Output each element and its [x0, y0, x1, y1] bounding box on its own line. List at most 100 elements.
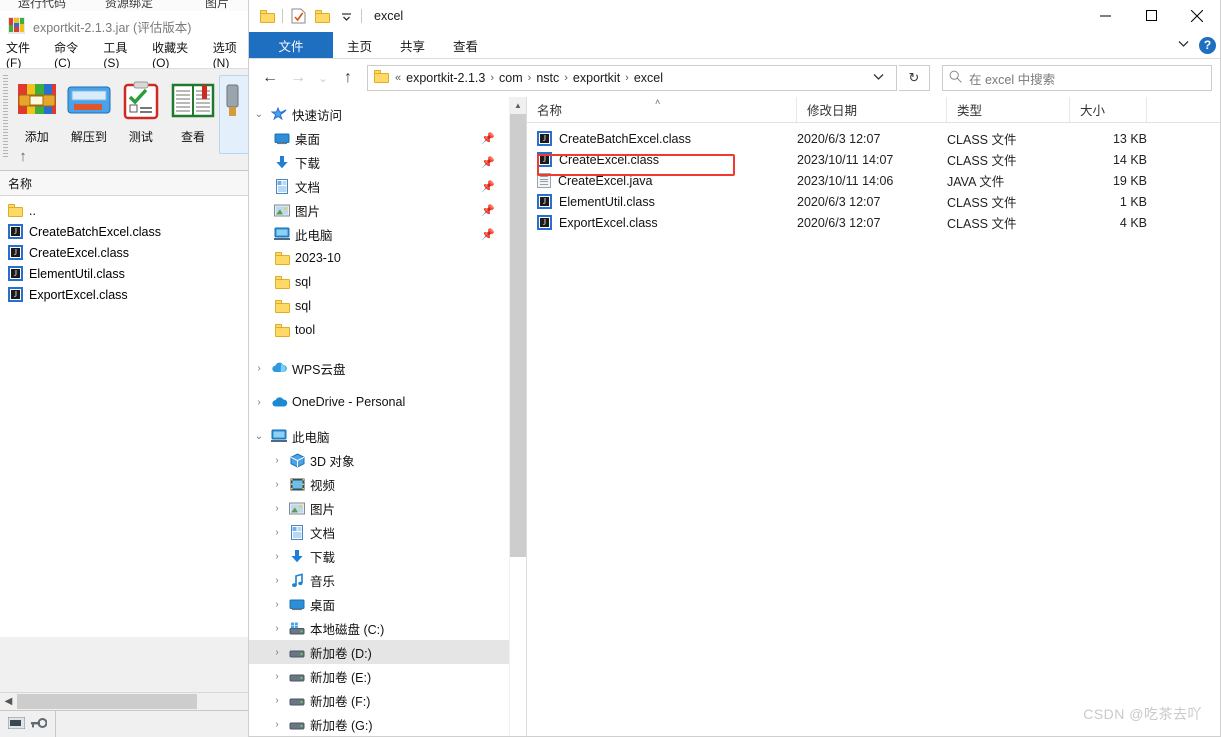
quick-access-toolbar[interactable] [249, 4, 365, 28]
winrar-view-button[interactable]: 查看 [167, 75, 219, 153]
winrar-list-item[interactable]: J CreateBatchExcel.class [0, 221, 249, 242]
chevron-right-icon[interactable]: › [267, 527, 287, 538]
table-row[interactable]: J CreateExcel.class 2023/10/11 14:07 CLA… [527, 149, 1220, 170]
winrar-list-item[interactable]: J ElementUtil.class [0, 263, 249, 284]
qat-customize-button[interactable] [334, 4, 358, 28]
chevron-down-icon[interactable] [1174, 39, 1193, 51]
breadcrumb-item-nstc[interactable]: nstc [533, 71, 562, 85]
winrar-menu-tools[interactable]: 工具(S) [103, 39, 139, 70]
sidebar-item-pictures[interactable]: 图片 📌 [249, 198, 509, 222]
chevron-right-icon[interactable]: › [267, 695, 287, 706]
chevron-right-icon[interactable]: › [249, 397, 269, 408]
winrar-delete-button[interactable] [219, 75, 249, 154]
toolbar-grip[interactable] [3, 75, 8, 157]
winrar-extract-button[interactable]: 解压到 [63, 75, 115, 153]
pin-icon[interactable]: 📌 [481, 204, 495, 217]
sidebar-item-desktop[interactable]: 桌面 📌 [249, 126, 509, 150]
table-row[interactable]: J ElementUtil.class 2020/6/3 12:07 CLASS… [527, 191, 1220, 212]
file-rows[interactable]: J CreateBatchExcel.class 2020/6/3 12:07 … [527, 123, 1220, 233]
back-arrow-icon[interactable]: ← [257, 65, 283, 91]
pin-icon[interactable]: 📌 [481, 156, 495, 169]
sidebar-item-2023-10[interactable]: 2023-10 [249, 246, 509, 270]
sidebar-item-wps-cloud[interactable]: › WPS云盘 [249, 356, 509, 380]
winrar-file-list[interactable]: .. J CreateBatchExcel.class J CreateExce… [0, 196, 249, 637]
sidebar-item-music[interactable]: › 音乐 [249, 568, 509, 592]
table-row[interactable]: CreateExcel.java 2023/10/11 14:06 JAVA 文… [527, 170, 1220, 191]
minimize-button[interactable] [1082, 0, 1128, 31]
breadcrumb-item-com[interactable]: com [496, 71, 526, 85]
tab-share[interactable]: 共享 [386, 32, 439, 58]
chevron-right-icon[interactable]: › [267, 671, 287, 682]
sidebar-item-this-pc[interactable]: ⌄ 此电脑 [249, 424, 509, 448]
nav-tree[interactable]: ⌄ 快速访问 桌面 📌 下载 📌 文档 📌 图片 📌 此电脑 📌 2023-10… [249, 97, 509, 736]
breadcrumb-item-excel[interactable]: excel [631, 71, 666, 85]
sidebar-item-videos[interactable]: › 视频 [249, 472, 509, 496]
sidebar-item-sql-2[interactable]: sql [249, 294, 509, 318]
window-controls[interactable] [1082, 0, 1220, 31]
sidebar-item-downloads[interactable]: 下载 📌 [249, 150, 509, 174]
file-name-cell[interactable]: J CreateExcel.class [527, 152, 797, 167]
breadcrumb-item-exportkit[interactable]: exportkit-2.1.3 [403, 71, 488, 85]
chevron-right-icon[interactable]: › [267, 503, 287, 514]
sidebar-item-3d-objects[interactable]: › 3D 对象 [249, 448, 509, 472]
file-name-cell[interactable]: J ExportExcel.class [527, 215, 797, 230]
file-name-cell[interactable]: J CreateBatchExcel.class [527, 131, 797, 146]
up-arrow-icon[interactable]: ↑ [10, 146, 36, 166]
table-row[interactable]: J ExportExcel.class 2020/6/3 12:07 CLASS… [527, 212, 1220, 233]
column-header-size[interactable]: 大小 [1070, 97, 1147, 122]
nav-pane-scrollbar[interactable]: ▲ [509, 97, 526, 736]
winrar-menu-bar[interactable]: 文件(F) 命令(C) 工具(S) 收藏夹(O) 选项(N) [0, 41, 249, 70]
file-list-pane[interactable]: ˄ 名称 修改日期 类型 大小 J CreateBatchExcel.class… [527, 97, 1220, 736]
tab-view[interactable]: 查看 [439, 32, 492, 58]
pin-icon[interactable]: 📌 [481, 132, 495, 145]
recent-locations-icon[interactable]: ⌄ [313, 65, 333, 91]
chevron-right-icon[interactable]: › [267, 551, 287, 562]
breadcrumb-overflow[interactable]: « [393, 72, 403, 84]
winrar-list-item[interactable]: J ExportExcel.class [0, 284, 249, 305]
search-input[interactable]: 在 excel 中搜索 [942, 65, 1212, 91]
sidebar-item-desktop-pc[interactable]: › 桌面 [249, 592, 509, 616]
sidebar-item-downloads-pc[interactable]: › 下载 [249, 544, 509, 568]
new-folder-button[interactable] [310, 4, 334, 28]
sidebar-item-drive-e[interactable]: › 新加卷 (E:) [249, 664, 509, 688]
pin-icon[interactable]: 📌 [481, 228, 495, 241]
chevron-right-icon[interactable]: › [267, 575, 287, 586]
winrar-list-item[interactable]: .. [0, 200, 249, 221]
column-header-type[interactable]: 类型 [947, 97, 1070, 122]
tab-home[interactable]: 主页 [333, 32, 386, 58]
chevron-right-icon[interactable]: › [267, 647, 287, 658]
explorer-title-bar[interactable]: excel [249, 0, 1220, 32]
scrollbar-thumb[interactable] [17, 694, 197, 709]
file-explorer-window[interactable]: excel 文件 主页 共享 查看 ? ← → ⌄ ↑ « exportkit-… [248, 0, 1221, 737]
chevron-right-icon[interactable]: › [249, 363, 269, 374]
sidebar-item-drive-d[interactable]: › 新加卷 (D:) [249, 640, 509, 664]
sidebar-item-onedrive[interactable]: › OneDrive - Personal [249, 390, 509, 414]
sidebar-item-pictures-pc[interactable]: › 图片 [249, 496, 509, 520]
address-dropdown-icon[interactable] [865, 72, 892, 84]
winrar-menu-command[interactable]: 命令(C) [54, 39, 90, 70]
chevron-right-icon[interactable]: › [267, 623, 287, 634]
breadcrumb-separator[interactable]: › [488, 72, 496, 84]
chevron-right-icon[interactable]: › [267, 719, 287, 730]
breadcrumb-separator[interactable]: › [526, 72, 534, 84]
breadcrumb-separator[interactable]: › [562, 72, 570, 84]
winrar-menu-options[interactable]: 选项(N) [213, 39, 249, 70]
close-button[interactable] [1174, 0, 1220, 31]
breadcrumb[interactable]: « exportkit-2.1.3 › com › nstc › exportk… [367, 65, 897, 91]
pin-icon[interactable]: 📌 [481, 180, 495, 193]
sidebar-item-tool[interactable]: tool [249, 318, 509, 342]
winrar-window[interactable]: exportkit-2.1.3.jar (评估版本) 文件(F) 命令(C) 工… [0, 11, 250, 737]
table-row[interactable]: J CreateBatchExcel.class 2020/6/3 12:07 … [527, 128, 1220, 149]
winrar-list-item[interactable]: J CreateExcel.class [0, 242, 249, 263]
winrar-test-button[interactable]: 测试 [115, 75, 167, 153]
sidebar-item-quick-access[interactable]: ⌄ 快速访问 [249, 102, 509, 126]
tab-file[interactable]: 文件 [249, 32, 333, 58]
sidebar-item-sql-1[interactable]: sql [249, 270, 509, 294]
help-icon[interactable]: ? [1199, 36, 1216, 54]
sidebar-item-this-pc-qa[interactable]: 此电脑 📌 [249, 222, 509, 246]
refresh-icon[interactable]: ↻ [899, 65, 930, 91]
file-name-cell[interactable]: J ElementUtil.class [527, 194, 797, 209]
scrollbar-thumb[interactable] [510, 114, 526, 557]
sidebar-item-drive-g[interactable]: › 新加卷 (G:) [249, 712, 509, 736]
winrar-column-header-name[interactable]: 名称 [0, 171, 249, 196]
